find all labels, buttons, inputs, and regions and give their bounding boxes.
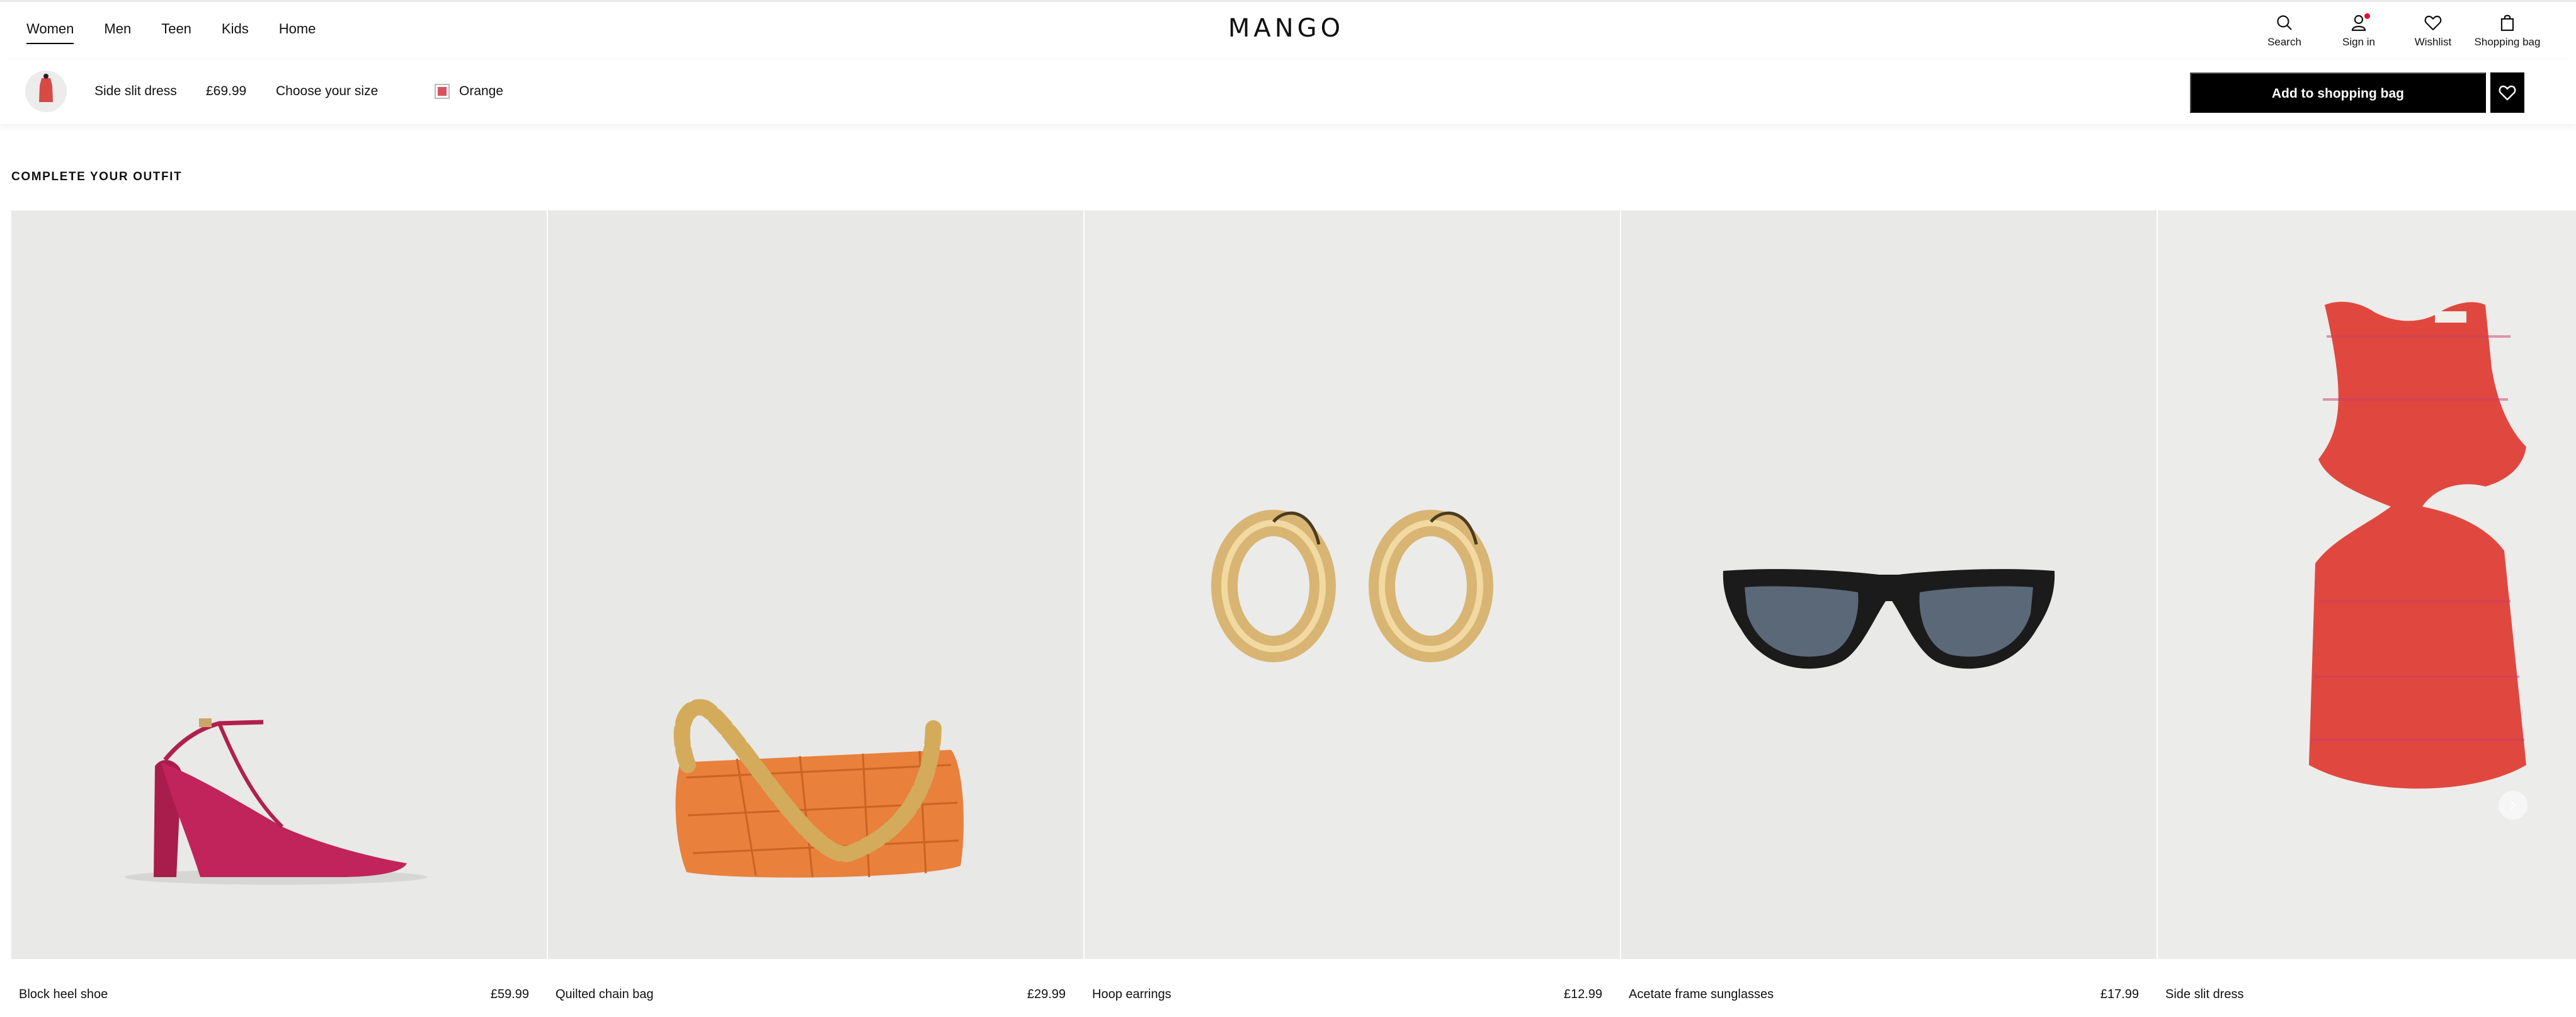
product-name[interactable]: Block heel shoe bbox=[19, 987, 108, 1002]
site-header: Women Men Teen Kids Home MANGO Search Si… bbox=[0, 2, 2576, 60]
sign-in-button[interactable]: Sign in bbox=[2322, 13, 2396, 49]
color-name: Orange bbox=[459, 84, 504, 98]
add-to-shopping-bag-button[interactable]: Add to shopping bag bbox=[2190, 72, 2486, 113]
add-to-wishlist-button[interactable] bbox=[2490, 72, 2524, 113]
color-swatch[interactable] bbox=[435, 84, 450, 99]
color-swatch-fill bbox=[438, 87, 447, 96]
nav-item-men[interactable]: Men bbox=[104, 21, 131, 44]
carousel-next-button[interactable] bbox=[2499, 791, 2528, 820]
size-selector[interactable]: Choose your size bbox=[276, 84, 378, 99]
product-name[interactable]: Acetate frame sunglasses bbox=[1629, 987, 1774, 1002]
product-name[interactable]: Side slit dress bbox=[2165, 987, 2244, 1002]
product-image[interactable] bbox=[1085, 210, 1620, 959]
shopping-bag-button[interactable]: Shopping bag bbox=[2470, 13, 2545, 49]
nav-item-home[interactable]: Home bbox=[279, 21, 316, 44]
search-button[interactable]: Search bbox=[2247, 13, 2322, 49]
wishlist-button[interactable]: Wishlist bbox=[2396, 13, 2470, 49]
product-card[interactable]: Side slit dress bbox=[2158, 210, 2576, 1017]
dress-thumbnail-image bbox=[25, 71, 67, 112]
product-card[interactable]: Acetate frame sunglasses £17.99 bbox=[1621, 210, 2157, 1017]
bag-image bbox=[548, 210, 1083, 959]
shopping-bag-label: Shopping bag bbox=[2474, 36, 2541, 48]
main-nav: Women Men Teen Kids Home bbox=[26, 21, 316, 44]
sign-in-label: Sign in bbox=[2342, 36, 2375, 48]
wishlist-label: Wishlist bbox=[2414, 36, 2452, 48]
chevron-right-icon bbox=[2510, 801, 2516, 810]
product-price: £69.99 bbox=[206, 84, 247, 98]
notification-dot bbox=[2364, 13, 2370, 19]
product-card[interactable]: Quilted chain bag £29.99 bbox=[548, 210, 1083, 1017]
section-title: COMPLETE YOUR OUTFIT bbox=[11, 170, 183, 183]
product-image[interactable] bbox=[548, 210, 1083, 959]
product-image[interactable] bbox=[1621, 210, 2157, 959]
brand-logo[interactable]: MANGO bbox=[1218, 16, 1354, 41]
heart-icon bbox=[2499, 85, 2516, 101]
dress-image bbox=[2158, 210, 2576, 959]
nav-item-teen[interactable]: Teen bbox=[161, 21, 191, 44]
search-icon bbox=[2277, 15, 2292, 30]
product-price: £12.99 bbox=[1563, 987, 1602, 1001]
header-tools: Search Sign in Wishlist Shopping bag bbox=[2247, 13, 2545, 49]
product-image[interactable] bbox=[11, 210, 547, 959]
product-price: £59.99 bbox=[490, 987, 529, 1001]
heart-icon bbox=[2424, 15, 2442, 31]
product-image[interactable] bbox=[2158, 210, 2576, 959]
bag-icon bbox=[2500, 14, 2514, 32]
product-price: £17.99 bbox=[2100, 987, 2139, 1001]
earrings-image bbox=[1085, 210, 1620, 959]
nav-item-women[interactable]: Women bbox=[26, 21, 74, 44]
sunglasses-image bbox=[1621, 210, 2157, 959]
product-name: Side slit dress bbox=[94, 84, 177, 98]
product-card[interactable]: Hoop earrings £12.99 bbox=[1085, 210, 1620, 1017]
product-card[interactable]: Block heel shoe £59.99 bbox=[11, 210, 547, 1017]
product-name[interactable]: Hoop earrings bbox=[1092, 987, 1171, 1002]
product-sticky-bar: Side slit dress £69.99 Choose your size … bbox=[0, 60, 2576, 124]
product-thumbnail[interactable] bbox=[25, 71, 67, 112]
outfit-carousel: Block heel shoe £59.99 Quilted chain bag… bbox=[11, 210, 2576, 1017]
product-price: £29.99 bbox=[1027, 987, 1066, 1001]
shoe-image bbox=[11, 210, 547, 959]
nav-item-kids[interactable]: Kids bbox=[222, 21, 249, 44]
product-name[interactable]: Quilted chain bag bbox=[556, 987, 654, 1002]
search-label: Search bbox=[2267, 36, 2301, 48]
